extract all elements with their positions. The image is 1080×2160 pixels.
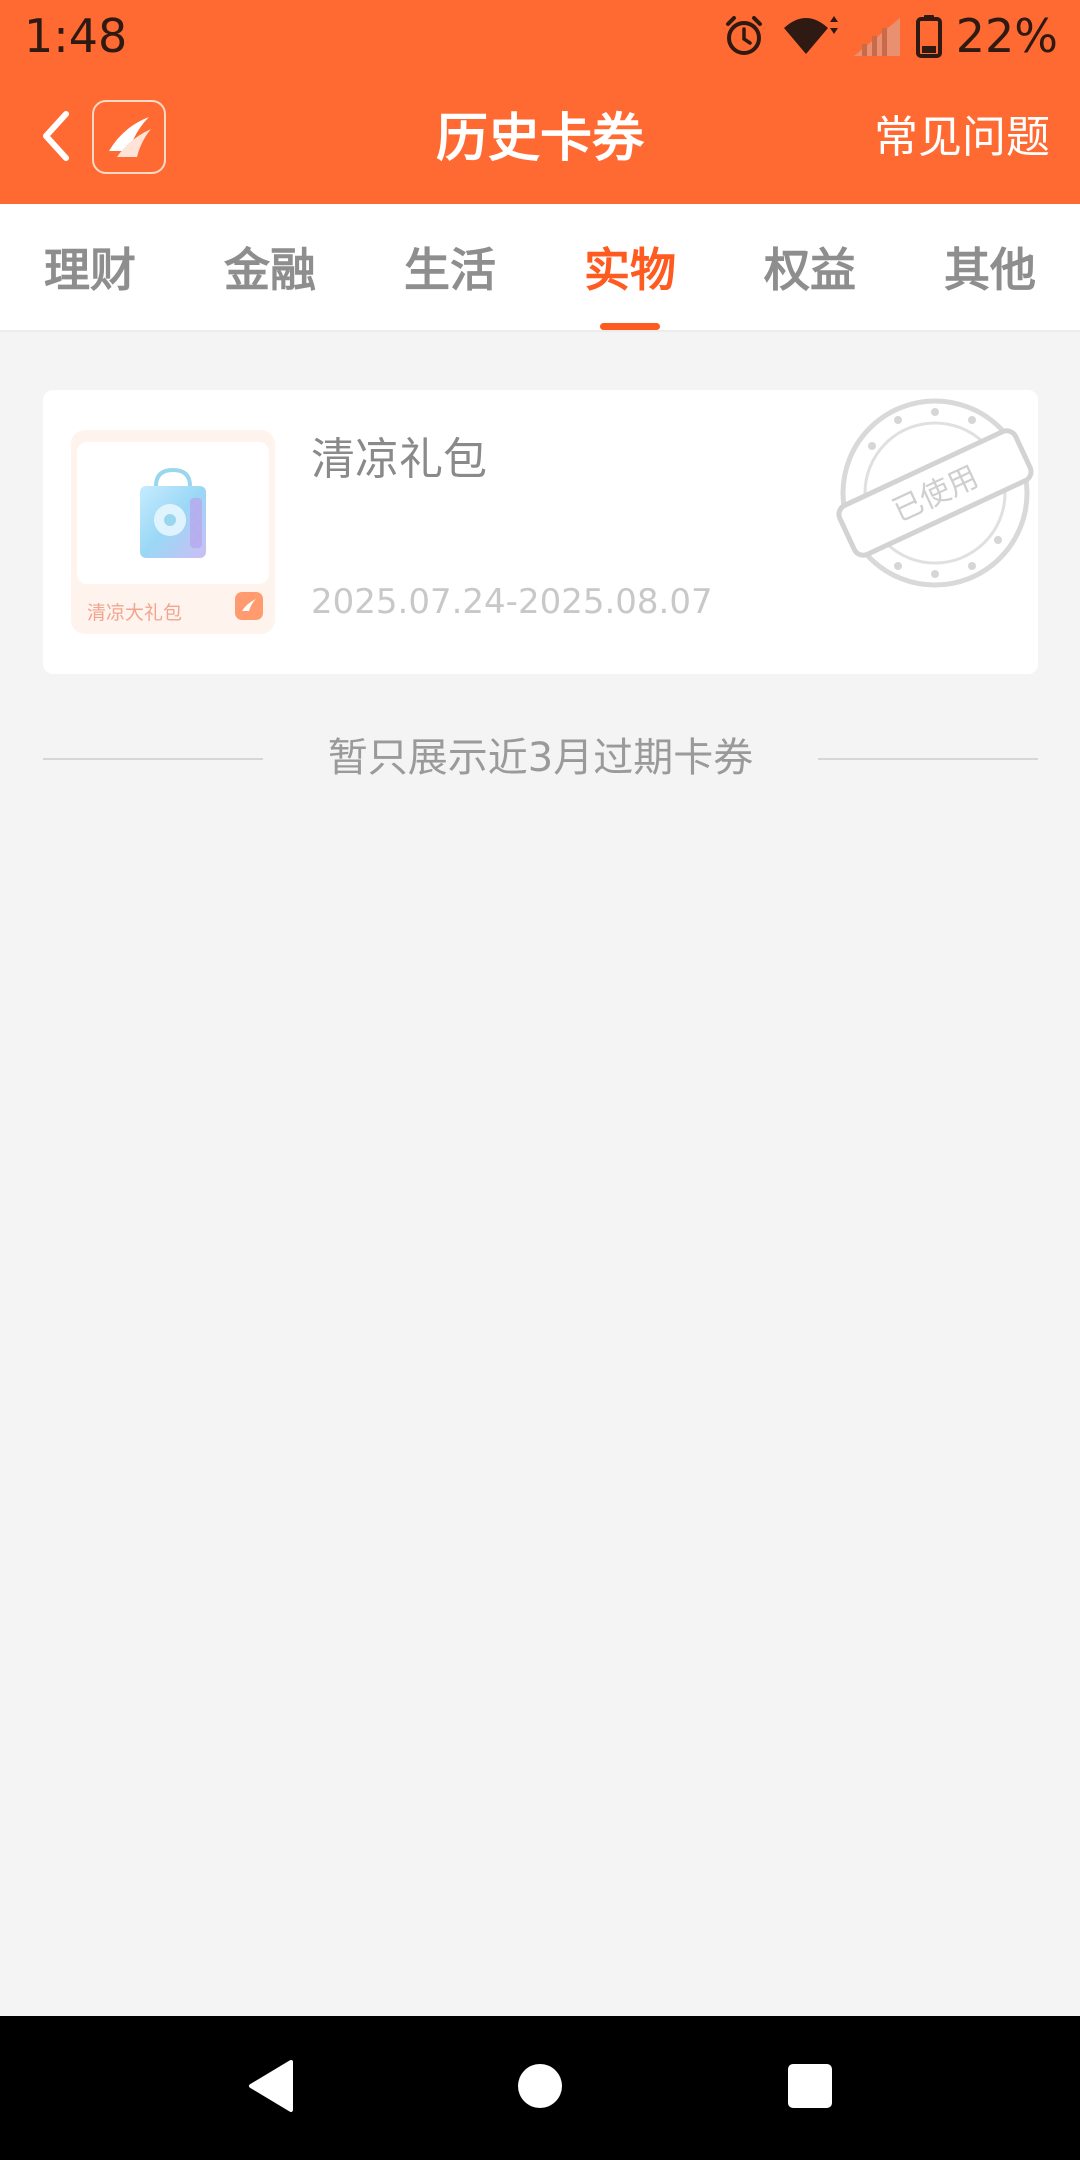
tab-shiwu[interactable]: 实物 [540, 204, 720, 330]
status-time: 1:48 [24, 9, 128, 63]
nav-recents-button[interactable] [730, 2016, 890, 2160]
expiry-notice: 暂只展示近3月过期卡券 [43, 726, 1038, 792]
home-circle-icon [516, 2062, 564, 2114]
app-header: 历史卡券 常见问题 [0, 72, 1080, 204]
gift-bag-image [77, 442, 269, 584]
tab-label: 其他 [944, 243, 1036, 297]
alarm-icon [722, 14, 766, 58]
tab-quanyi[interactable]: 权益 [720, 204, 900, 330]
coupon-thumbnail: 清凉大礼包 [71, 430, 275, 634]
used-stamp-icon: 已使用 [832, 390, 1038, 596]
coupon-card[interactable]: 清凉大礼包 清凉礼包 2025.07.24-2025.08.07 已使用 [43, 390, 1038, 674]
status-icons: 22% [722, 0, 1058, 72]
tab-shenghuo[interactable]: 生活 [360, 204, 540, 330]
nav-home-button[interactable] [460, 2016, 620, 2160]
tab-jinrong[interactable]: 金融 [180, 204, 360, 330]
tab-label: 权益 [764, 243, 856, 297]
back-triangle-icon [245, 2058, 295, 2118]
brand-badge-icon [235, 592, 263, 620]
coupon-date-range: 2025.07.24-2025.08.07 [311, 582, 713, 622]
thumbnail-label: 清凉大礼包 [87, 602, 183, 624]
battery-percent: 22% [955, 9, 1058, 63]
tab-label: 生活 [404, 243, 496, 297]
signal-icon [852, 14, 902, 58]
coupon-title: 清凉礼包 [311, 434, 487, 485]
divider-right [818, 758, 1038, 760]
active-tab-indicator [600, 323, 660, 330]
tab-qita[interactable]: 其他 [900, 204, 1080, 330]
category-tabs: 理财 金融 生活 实物 权益 其他 [0, 204, 1080, 332]
tab-label: 理财 [44, 243, 136, 297]
tab-label: 金融 [224, 243, 316, 297]
system-nav-bar [0, 2016, 1080, 2160]
recents-square-icon [786, 2062, 834, 2114]
status-bar: 1:48 22% [0, 0, 1080, 72]
tab-label: 实物 [584, 243, 676, 297]
faq-link[interactable]: 常见问题 [874, 110, 1050, 166]
wifi-icon [780, 14, 838, 58]
tab-licai[interactable]: 理财 [0, 204, 180, 330]
battery-icon [915, 14, 942, 58]
nav-back-button[interactable] [190, 2016, 350, 2160]
